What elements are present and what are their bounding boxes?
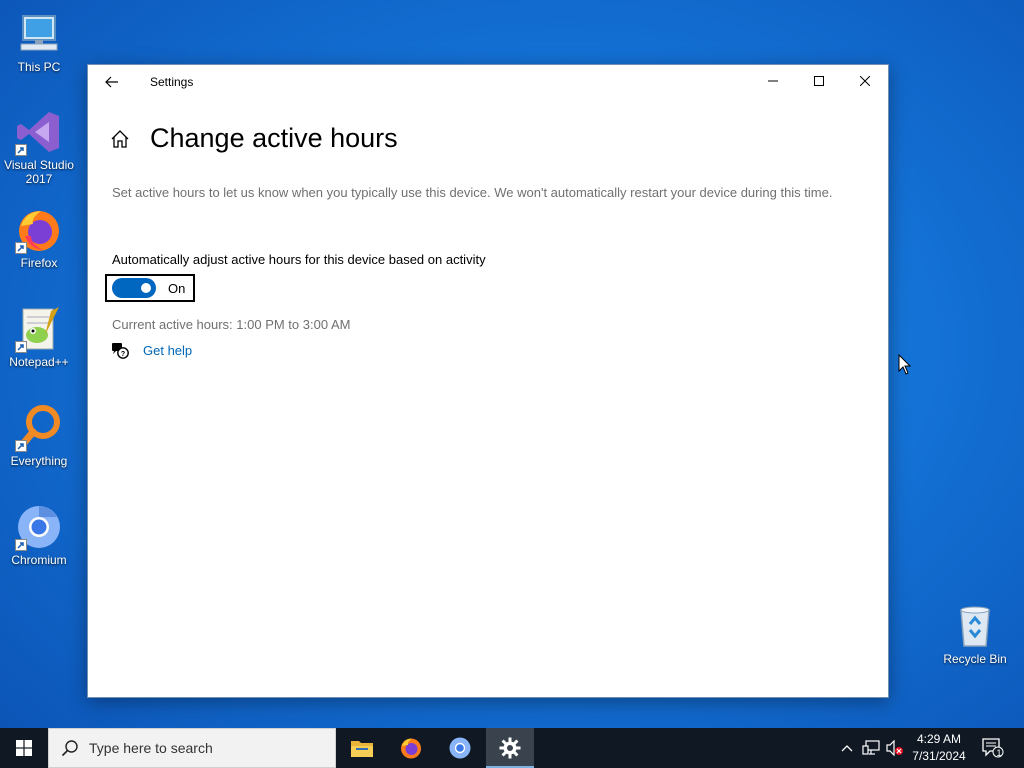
get-help-row[interactable]: ? Get help: [111, 342, 192, 359]
taskbar-file-explorer[interactable]: [338, 728, 386, 768]
computer-icon: [15, 10, 63, 58]
back-arrow-icon: [105, 76, 118, 88]
toggle-knob: [141, 283, 151, 293]
maximize-icon: [814, 76, 824, 86]
taskbar-clock[interactable]: 4:29 AM 7/31/2024: [906, 731, 972, 765]
desktop-icon-label: Everything: [10, 454, 68, 468]
notification-count-badge: 1: [996, 748, 1002, 758]
desktop-icon-chromium[interactable]: Chromium: [0, 503, 78, 567]
get-help-link[interactable]: Get help: [143, 343, 192, 358]
firefox-icon: [15, 206, 63, 254]
title-bar: Settings: [88, 65, 888, 99]
desktop-icon-label: Firefox: [20, 256, 58, 270]
current-active-hours: Current active hours: 1:00 PM to 3:00 AM: [112, 317, 351, 332]
taskbar-firefox[interactable]: [387, 728, 435, 768]
desktop-icon-label: Notepad++: [9, 355, 69, 369]
desktop-icon-notepad-plus-plus[interactable]: Notepad++: [0, 305, 78, 369]
toggle-switch[interactable]: [112, 278, 156, 298]
window-title: Settings: [150, 75, 194, 89]
desktop-icon-label: Recycle Bin: [943, 652, 1007, 666]
close-icon: [860, 76, 870, 86]
desktop-icon-label: This PC: [17, 60, 61, 74]
desktop-icon-label: Visual Studio 2017: [4, 158, 74, 186]
visual-studio-icon: [15, 108, 63, 156]
desktop-icon-visual-studio[interactable]: Visual Studio 2017: [0, 108, 78, 186]
chromium-icon: [449, 737, 471, 759]
close-button[interactable]: [842, 65, 888, 97]
shortcut-arrow-icon: [15, 242, 27, 254]
back-button[interactable]: [98, 71, 126, 93]
help-chat-icon: ?: [112, 343, 129, 359]
gear-icon: [499, 737, 521, 759]
network-button[interactable]: [860, 728, 882, 768]
page-description: Set active hours to let us know when you…: [112, 185, 833, 200]
taskbar: Type here to search 4:29 AM 7/31/2024 1: [0, 728, 1024, 768]
settings-window: Settings Change active hours Set active …: [87, 64, 889, 698]
toggle-label: Automatically adjust active hours for th…: [112, 252, 486, 267]
show-hidden-icons-button[interactable]: [838, 728, 856, 768]
network-icon: [862, 740, 880, 755]
toggle-state-label: On: [168, 280, 186, 296]
minimize-button[interactable]: [750, 65, 796, 97]
search-placeholder: Type here to search: [89, 740, 213, 756]
taskbar-settings[interactable]: [486, 728, 534, 768]
clock-time: 4:29 AM: [916, 732, 962, 746]
shortcut-arrow-icon: [15, 144, 27, 156]
shortcut-arrow-icon: [15, 539, 27, 551]
auto-adjust-toggle[interactable]: On: [105, 274, 195, 302]
minimize-icon: [768, 80, 778, 82]
folder-icon: [351, 741, 373, 757]
volume-button[interactable]: [884, 728, 906, 768]
windows-logo-icon: [16, 740, 32, 756]
desktop-icon-recycle-bin[interactable]: Recycle Bin: [936, 602, 1014, 666]
taskbar-chromium[interactable]: [436, 728, 484, 768]
clock-date: 7/31/2024: [912, 749, 966, 763]
desktop-icon-firefox[interactable]: Firefox: [0, 206, 78, 270]
desktop-icon-label: Chromium: [11, 553, 67, 567]
shortcut-arrow-icon: [15, 341, 27, 353]
desktop-icon-this-pc[interactable]: This PC: [0, 10, 78, 74]
page-header: Change active hours: [110, 123, 398, 154]
start-button[interactable]: [0, 728, 48, 768]
volume-muted-icon: [886, 740, 903, 756]
recycle-bin-icon: [951, 602, 999, 650]
notepad-plus-plus-icon: [15, 305, 63, 353]
chevron-up-icon: [841, 745, 853, 752]
action-center-button[interactable]: 1: [980, 728, 1006, 768]
everything-search-icon: [15, 404, 63, 452]
chromium-icon: [15, 503, 63, 551]
taskbar-search-box[interactable]: Type here to search: [48, 728, 336, 768]
page-title: Change active hours: [150, 123, 398, 153]
search-icon: [61, 740, 78, 757]
maximize-button[interactable]: [796, 65, 842, 97]
shortcut-arrow-icon: [15, 440, 27, 452]
desktop-icon-everything[interactable]: Everything: [0, 404, 78, 468]
home-icon[interactable]: [110, 129, 130, 149]
svg-text:?: ?: [121, 351, 125, 358]
firefox-icon: [401, 738, 421, 759]
mouse-cursor-icon: [898, 353, 912, 381]
